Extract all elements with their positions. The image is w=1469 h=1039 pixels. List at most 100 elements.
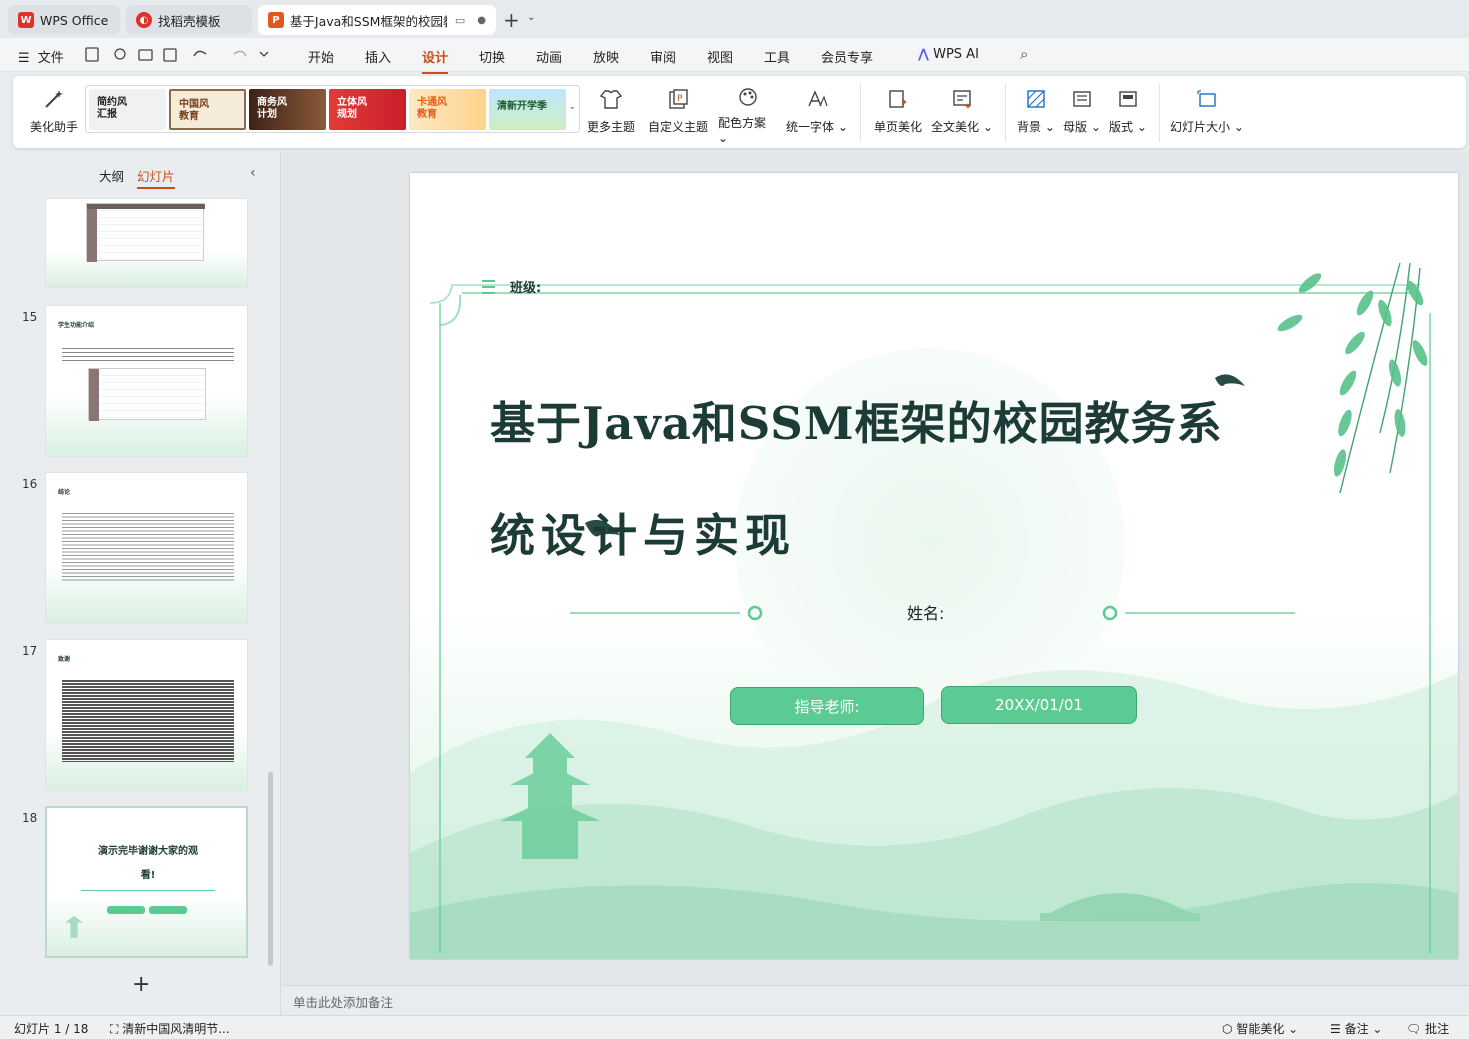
menu-animation[interactable]: 动画 <box>536 47 562 66</box>
theme-name-label: 清新中国风清明节... <box>122 1022 230 1036</box>
single-beautify-label: 单页美化 <box>873 120 922 134</box>
notes-toggle-button[interactable]: ☰ 备注 ⌄ <box>1330 1020 1382 1037</box>
smart-beautify-button[interactable]: ⬡ 智能美化 ⌄ <box>1222 1020 1298 1037</box>
master-icon <box>1069 86 1095 112</box>
menu-view[interactable]: 视图 <box>707 47 733 66</box>
notes-pane[interactable]: 单击此处添加备注 <box>282 985 1469 1015</box>
layout-icon <box>1115 86 1141 112</box>
ppt-file-icon: P <box>268 12 284 28</box>
theme-thumb-simple[interactable]: 简约风 汇报 <box>89 89 166 130</box>
smart-beautify-icon: ⬡ <box>1222 1022 1233 1036</box>
add-slide-button[interactable]: + <box>132 972 150 997</box>
unsaved-dot-icon[interactable]: ● <box>477 15 486 26</box>
slide-thumbnail-17[interactable]: 致谢 <box>45 639 248 791</box>
theme-thumb-business[interactable]: 商务风 计划 <box>249 89 326 130</box>
slide-1-canvas[interactable]: 班级: 基于Java和SSM框架的校园教务系 统设计与实现 姓名: 指导老师: … <box>410 173 1458 959</box>
notes-icon: ☰ <box>1330 1022 1341 1036</box>
slide-title-line1[interactable]: 基于Java和SSM框架的校园教务系 <box>490 387 1223 452</box>
layout-button[interactable]: 版式 ⌄ <box>1107 82 1149 140</box>
thumb-pill-left <box>107 906 145 914</box>
teacher-pill[interactable]: 指导老师: <box>730 687 924 725</box>
full-beautify-label: 全文美化 ⌄ <box>931 120 993 134</box>
comment-icon: 🗨 <box>1406 1022 1422 1036</box>
custom-theme-icon: P <box>665 86 691 112</box>
menu-bar: ☰ 文件 开始 插入 设计 切换 动画 放映 审阅 视图 工具 会员专享 ⋀ W… <box>0 38 1469 74</box>
theme-thumb-cartoon[interactable]: 卡通风 教育 <box>409 89 486 130</box>
slide-title-line2[interactable]: 统设计与实现 <box>490 499 796 564</box>
class-label[interactable]: 班级: <box>510 277 541 296</box>
thumb-pill-right <box>149 906 187 914</box>
tab-docer[interactable]: ◐ 找稻壳模板 <box>126 5 252 35</box>
theme-thumb-fresh[interactable]: 清新开学季 <box>489 89 566 130</box>
monitor-icon[interactable]: ▭ <box>455 14 465 27</box>
wps-ai-label: WPS AI <box>933 47 979 62</box>
unify-font-button[interactable]: 统一字体 ⌄ <box>786 82 848 140</box>
menu-transition[interactable]: 切换 <box>479 47 505 66</box>
wps-ai-button[interactable]: ⋀ WPS AI <box>918 47 979 62</box>
slide-size-icon <box>1194 86 1220 112</box>
docer-icon: ◐ <box>136 12 152 28</box>
smart-beautify-label: 智能美化 <box>1236 1022 1285 1036</box>
beautify-assistant-button[interactable]: 美化助手 <box>29 82 79 140</box>
font-icon <box>804 86 830 112</box>
save-icon <box>85 47 99 62</box>
color-scheme-label: 配色方案 ⌄ <box>718 116 767 145</box>
master-label: 母版 ⌄ <box>1063 120 1101 134</box>
tab-current-document[interactable]: P 基于Java和SSM框架的校园教 ▭ ● <box>258 5 496 35</box>
slide-background-art <box>410 173 1458 959</box>
tab-list-chevron-icon[interactable]: ⌄ <box>527 12 535 23</box>
background-button[interactable]: 背景 ⌄ <box>1015 82 1057 140</box>
thumb-title: 致谢 <box>58 656 71 663</box>
master-button[interactable]: 母版 ⌄ <box>1061 82 1103 140</box>
menu-tools[interactable]: 工具 <box>764 47 790 66</box>
theme-thumb-3d[interactable]: 立体风 规划 <box>329 89 406 130</box>
menu-home[interactable]: 开始 <box>308 47 334 66</box>
menu-member[interactable]: 会员专享 <box>821 47 873 66</box>
date-pill[interactable]: 20XX/01/01 <box>941 686 1137 724</box>
gallery-expand-icon[interactable]: ⌄ <box>568 102 576 112</box>
notes-placeholder: 单击此处添加备注 <box>293 995 394 1010</box>
thumb-divider <box>81 890 215 891</box>
menu-slideshow[interactable]: 放映 <box>593 47 619 66</box>
file-menu[interactable]: ☰ 文件 <box>18 47 64 66</box>
theme-icon: ⛶ <box>110 1022 119 1036</box>
tab-slides[interactable]: 幻灯片 <box>137 166 175 189</box>
name-label[interactable]: 姓名: <box>907 600 944 624</box>
theme-gallery: 简约风 汇报 中国风 教育 商务风 计划 立体风 规划 卡通风 教育 清新开学季… <box>85 85 580 133</box>
unify-font-label: 统一字体 ⌄ <box>786 120 848 134</box>
more-themes-button[interactable]: 更多主题 <box>585 82 637 140</box>
collapse-panel-icon[interactable]: ‹ <box>250 165 256 181</box>
comments-button[interactable]: 🗨 批注 <box>1406 1020 1449 1037</box>
thumb-title: 学生功能介绍 <box>58 322 95 329</box>
palette-icon <box>735 86 761 108</box>
custom-theme-label: 自定义主题 <box>647 120 708 134</box>
thumbnail-number: 16 <box>22 477 38 491</box>
hamburger-icon: ☰ <box>18 51 30 66</box>
slide-size-button[interactable]: 幻灯片大小 ⌄ <box>1170 82 1244 140</box>
tab-outline[interactable]: 大纲 <box>99 166 124 185</box>
theme-status[interactable]: ⛶ 清新中国风清明节... <box>110 1020 230 1037</box>
tab-wps-office[interactable]: W WPS Office <box>8 5 120 35</box>
thumb-title: 结论 <box>58 489 71 496</box>
slide-count[interactable]: 幻灯片 1 / 18 <box>14 1020 88 1037</box>
slide-thumbnail-14[interactable] <box>45 198 248 288</box>
theme-thumb-chinese[interactable]: 中国风 教育 <box>169 89 246 130</box>
full-beautify-button[interactable]: 全文美化 ⌄ <box>931 82 993 140</box>
share-icon <box>114 48 126 60</box>
slide-thumbnail-15[interactable]: 学生功能介绍 <box>45 305 248 457</box>
slide-thumbnail-18[interactable]: 演示完毕谢谢大家的观看! <box>45 806 248 958</box>
date-label: 20XX/01/01 <box>995 696 1083 714</box>
menu-design[interactable]: 设计 <box>422 47 449 74</box>
menu-insert[interactable]: 插入 <box>365 47 391 66</box>
custom-theme-button[interactable]: P 自定义主题 <box>646 82 710 140</box>
menu-review[interactable]: 审阅 <box>650 47 676 66</box>
color-scheme-button[interactable]: 配色方案 ⌄ <box>718 82 778 145</box>
thumb-table-image <box>88 368 206 421</box>
thumbnail-number: 18 <box>22 811 38 825</box>
search-icon[interactable]: ⌕ <box>1020 45 1028 63</box>
more-themes-label: 更多主题 <box>586 120 635 134</box>
slide-thumbnail-16[interactable]: 结论 <box>45 472 248 624</box>
panel-scrollbar[interactable] <box>268 772 273 966</box>
new-tab-plus-icon[interactable]: + <box>503 8 520 32</box>
single-page-beautify-button[interactable]: 单页美化 <box>871 82 925 140</box>
